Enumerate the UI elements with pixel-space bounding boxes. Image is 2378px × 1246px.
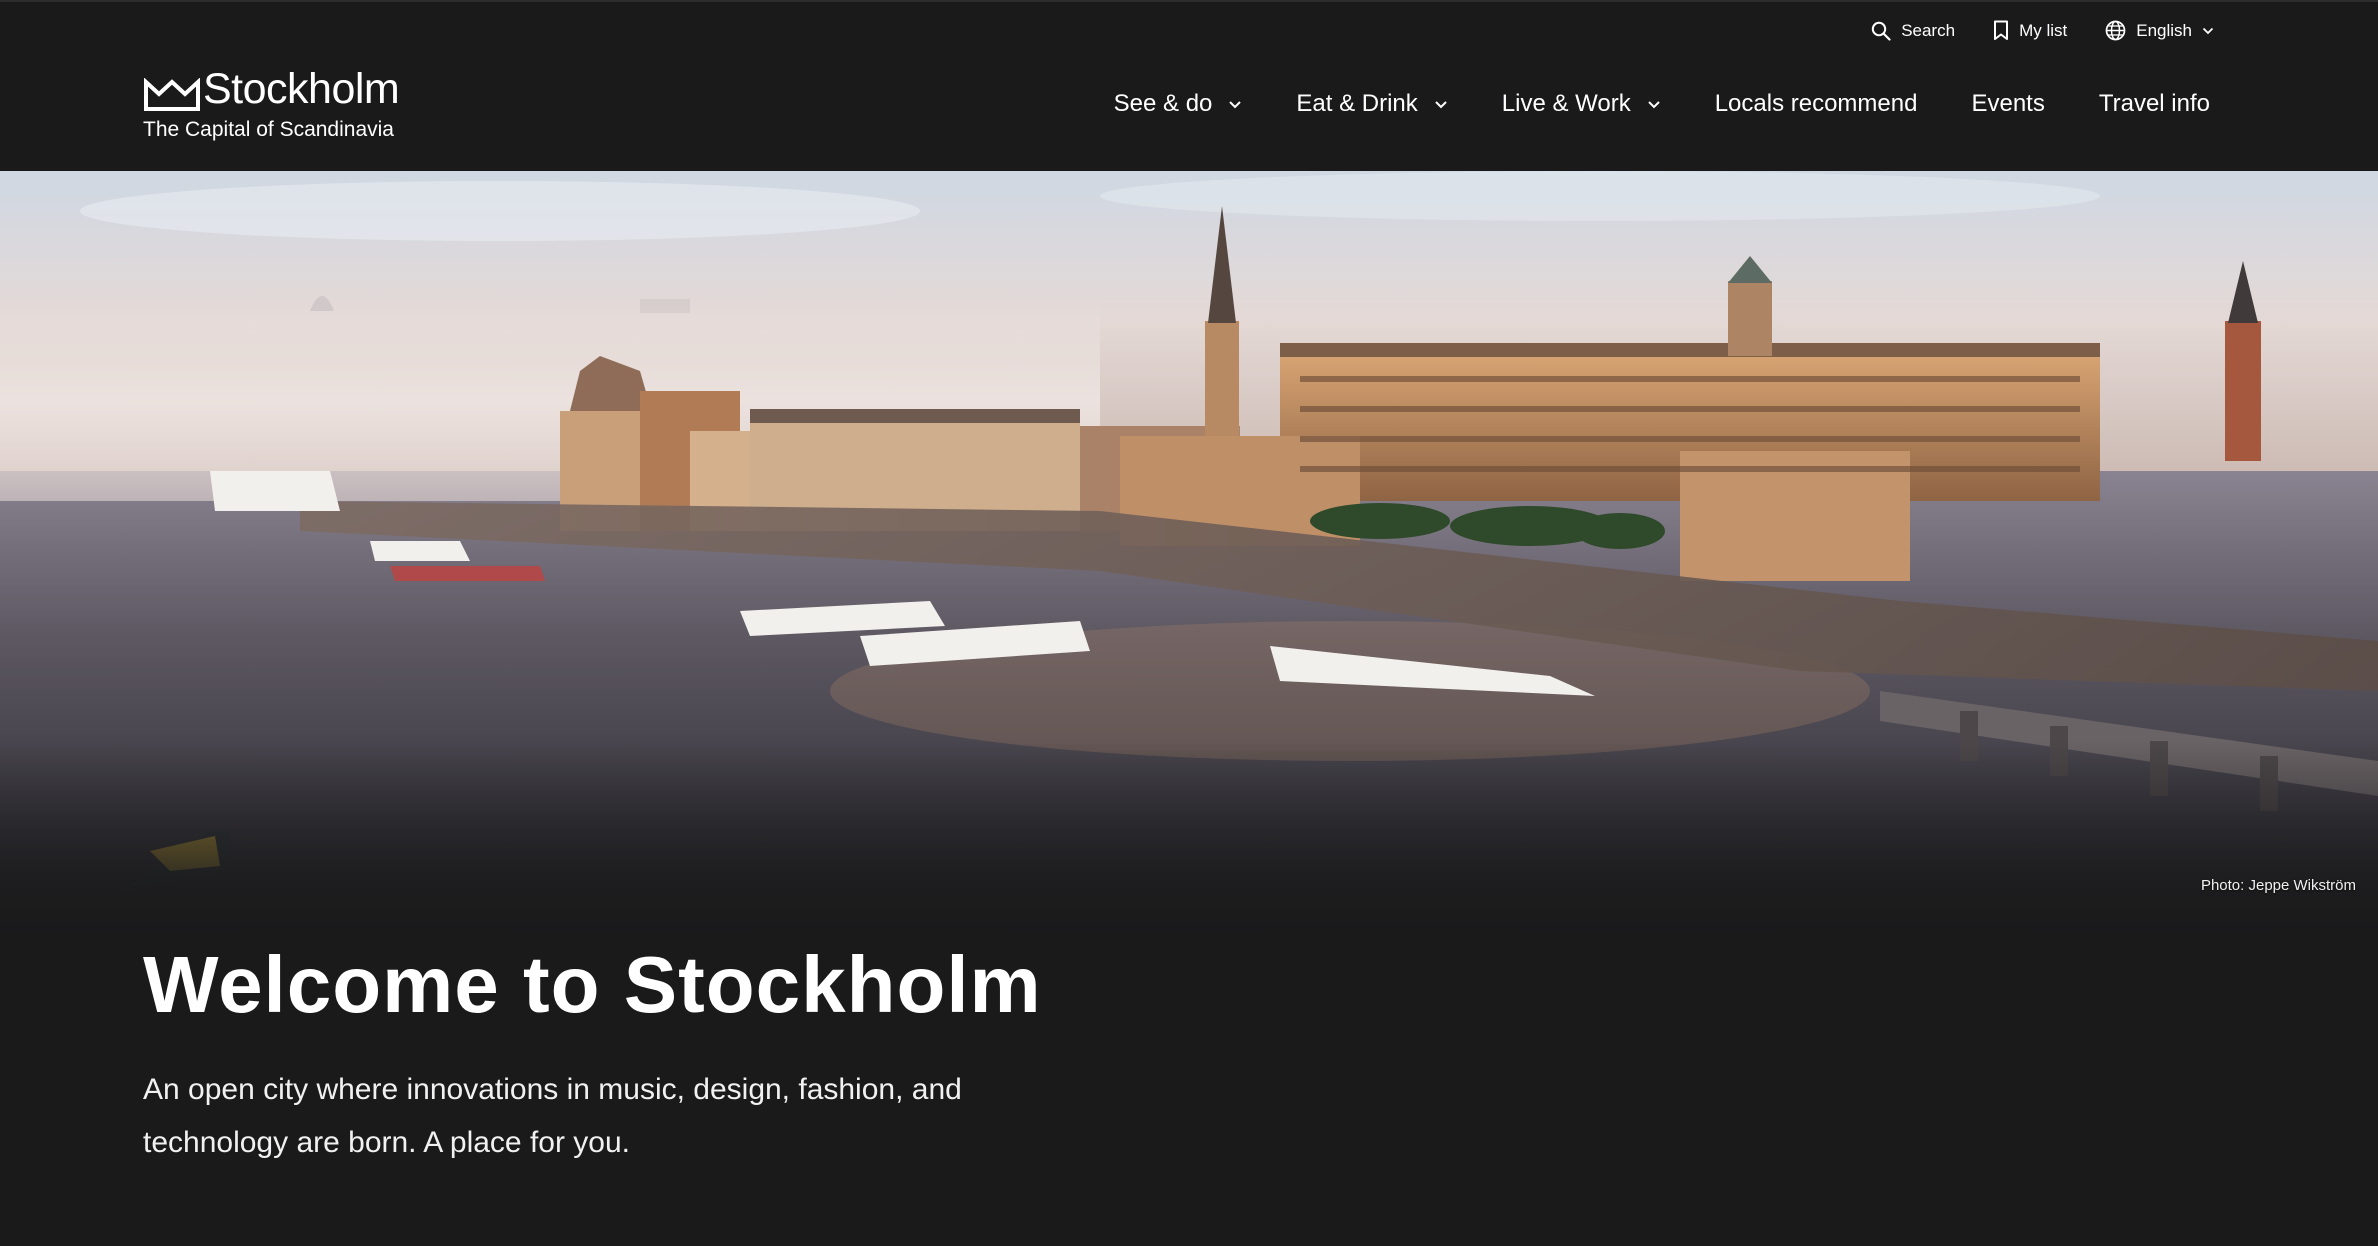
nav-locals-recommend[interactable]: Locals recommend — [1715, 90, 1918, 118]
my-list-label: My list — [2019, 20, 2068, 40]
intro-text: An open city where innovations in music,… — [143, 1073, 962, 1159]
intro-section: Welcome to Stockholm An open city where … — [143, 945, 1243, 1169]
chevron-down-icon — [2202, 27, 2214, 34]
page: Search My list English Stockholm The Cap… — [0, 0, 2378, 1246]
chevron-down-icon — [1435, 100, 1447, 108]
hero-gradient-overlay — [0, 741, 2378, 941]
search-link[interactable]: Search — [1871, 21, 1955, 41]
hero-image: Photo: Jeppe Wikström — [0, 171, 2378, 941]
nav-locals-recommend-label: Locals recommend — [1714, 90, 1918, 117]
my-list-link[interactable]: My list — [1993, 20, 2067, 41]
photo-credit: Photo: Jeppe Wikström — [2200, 877, 2356, 894]
main-nav: See & do Eat & Drink Live & Work Locals … — [1114, 90, 2210, 118]
bookmark-icon — [1994, 20, 2009, 40]
search-icon — [1871, 21, 1891, 41]
language-label: English — [2136, 20, 2192, 40]
utility-nav: Search My list English — [1871, 20, 2214, 41]
nav-events[interactable]: Events — [1971, 90, 2044, 118]
logo-title: Stockholm — [203, 65, 400, 113]
crown-icon — [144, 78, 200, 111]
site-logo[interactable]: Stockholm The Capital of Scandinavia — [143, 68, 433, 152]
logo-subtitle: The Capital of Scandinavia — [143, 118, 394, 141]
nav-events-label: Events — [1971, 90, 2045, 117]
nav-travel-info-label: Travel info — [2098, 90, 2210, 117]
site-header: Search My list English Stockholm The Cap… — [0, 0, 2378, 171]
nav-live-work-label: Live & Work — [1501, 90, 1631, 117]
globe-icon — [2105, 20, 2126, 41]
nav-see-do[interactable]: See & do — [1114, 90, 1243, 118]
nav-travel-info[interactable]: Travel info — [2099, 90, 2210, 118]
nav-eat-drink-label: Eat & Drink — [1296, 90, 1418, 117]
search-label: Search — [1901, 20, 1956, 40]
page-title: Welcome to Stockholm — [143, 940, 1042, 1029]
nav-live-work[interactable]: Live & Work — [1502, 90, 1661, 118]
chevron-down-icon — [1229, 100, 1242, 108]
nav-eat-drink[interactable]: Eat & Drink — [1296, 90, 1447, 118]
chevron-down-icon — [1647, 100, 1660, 108]
language-selector[interactable]: English — [2105, 20, 2214, 41]
nav-see-do-label: See & do — [1113, 90, 1213, 117]
